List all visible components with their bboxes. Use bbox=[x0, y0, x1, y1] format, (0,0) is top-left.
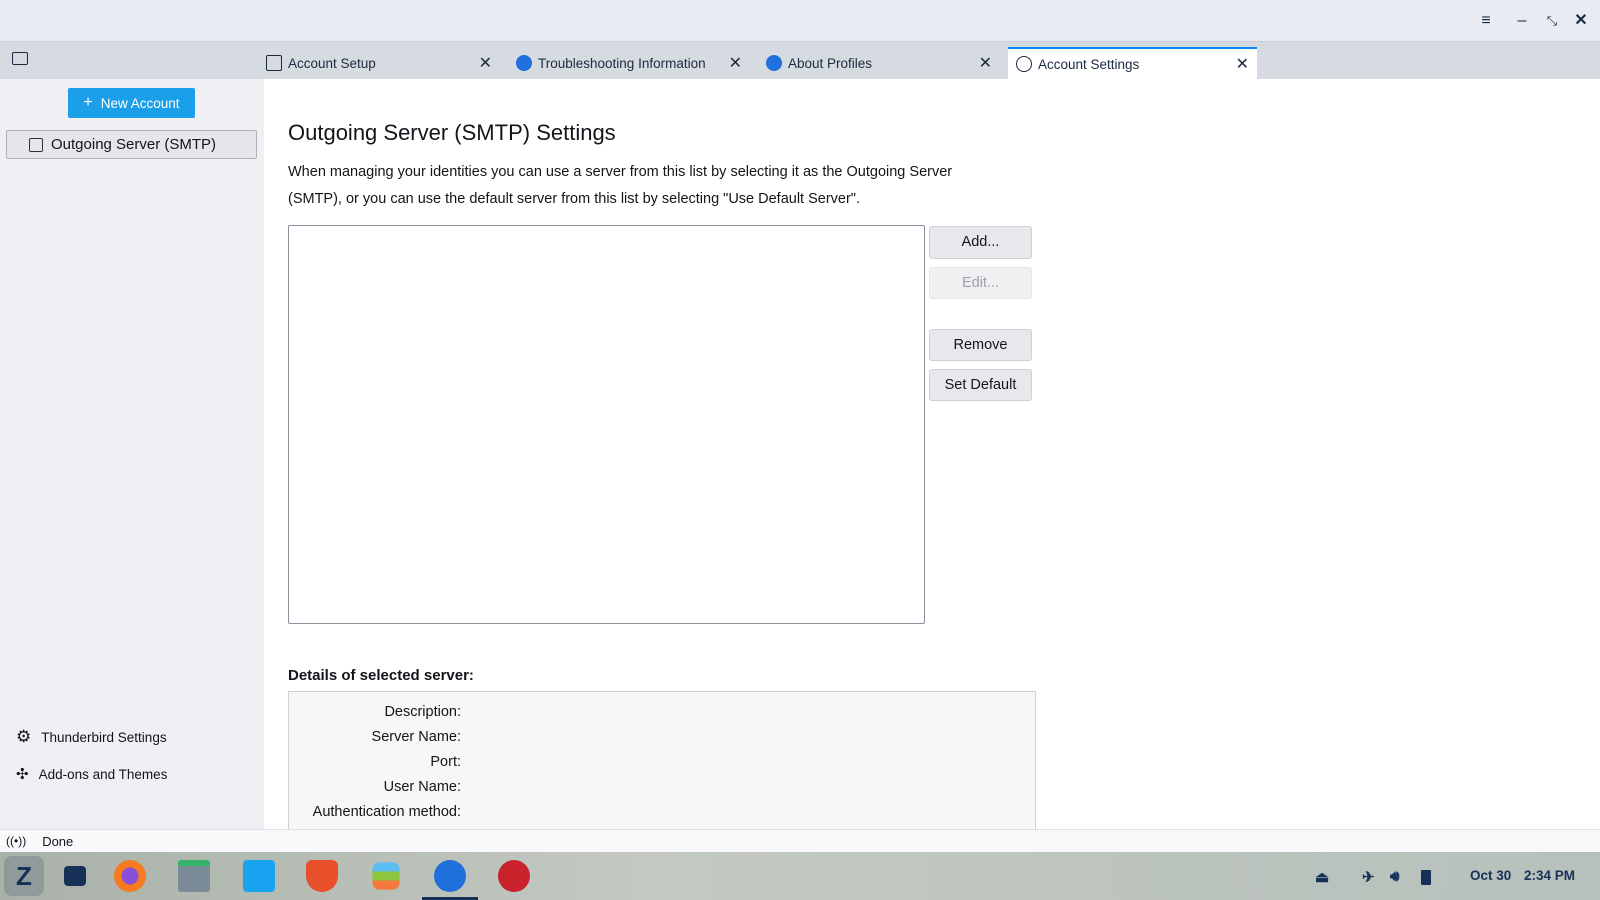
sidebar: + New Account Outgoing Server (SMTP) ⚙ Thu… bbox=[0, 79, 264, 829]
edit-button[interactable]: Edit... bbox=[929, 267, 1032, 299]
battery-icon[interactable] bbox=[1421, 870, 1431, 885]
software-store-icon[interactable] bbox=[243, 860, 275, 892]
sidebar-item-label: Outgoing Server (SMTP) bbox=[51, 136, 217, 153]
tab-label: Account Setup bbox=[288, 55, 376, 71]
time-label[interactable]: 2:34 PM bbox=[1524, 868, 1575, 883]
close-tab-icon[interactable]: ✕ bbox=[479, 53, 492, 73]
files-icon[interactable] bbox=[178, 860, 210, 892]
set-default-button[interactable]: Set Default bbox=[929, 369, 1032, 401]
addons-themes-link[interactable]: ✣ Add-ons and Themes bbox=[16, 765, 167, 783]
close-tab-icon[interactable]: ✕ bbox=[1236, 54, 1249, 74]
main-content: Outgoing Server (SMTP) Settings When man… bbox=[264, 79, 1600, 841]
sidebar-item-outgoing-server[interactable]: Outgoing Server (SMTP) bbox=[6, 130, 257, 159]
brave-icon[interactable] bbox=[306, 860, 338, 892]
link-label: Add-ons and Themes bbox=[38, 766, 168, 782]
folder-icon[interactable] bbox=[12, 52, 28, 65]
taskbar: Z ⏏ ✈ 🔊︎ Oct 30 2:34 PM bbox=[0, 852, 1600, 900]
airplane-mode-icon[interactable]: ✈ bbox=[1362, 868, 1375, 886]
tab-label: About Profiles bbox=[788, 55, 873, 71]
description-text: When managing your identities you can us… bbox=[288, 164, 953, 207]
minimize-button[interactable]: – bbox=[1511, 10, 1533, 32]
port-label: Port: bbox=[430, 754, 461, 770]
tomato-timer-icon[interactable] bbox=[498, 860, 530, 892]
title-bar: ≡ – ⤡ ✕ bbox=[0, 0, 1600, 42]
tab-troubleshooting[interactable]: Troubleshooting Information ✕ bbox=[508, 47, 750, 79]
volume-icon[interactable]: 🔊︎ bbox=[1390, 868, 1399, 885]
link-label: Thunderbird Settings bbox=[41, 729, 167, 745]
tab-bar: Account Setup ✕ Troubleshooting Informati… bbox=[0, 42, 1600, 79]
tab-account-setup[interactable]: Account Setup ✕ bbox=[258, 47, 500, 79]
add-button[interactable]: Add... bbox=[929, 226, 1032, 259]
menu-icon[interactable]: ≡ bbox=[1475, 10, 1497, 32]
restore-button[interactable]: ⤡ bbox=[1541, 10, 1563, 32]
user-name-label: User Name: bbox=[383, 779, 461, 795]
zorin-menu-icon[interactable]: Z bbox=[4, 856, 44, 896]
thunderbird-icon bbox=[516, 55, 532, 71]
stacks-icon[interactable] bbox=[372, 862, 400, 890]
outgoing-server-icon bbox=[29, 137, 43, 152]
details-box: Description: Server Name: Port: User Nam… bbox=[288, 691, 1036, 841]
plus-icon: + bbox=[83, 94, 93, 111]
new-account-button[interactable]: + New Account bbox=[68, 88, 195, 118]
workspaces-icon[interactable] bbox=[64, 866, 86, 886]
details-heading: Details of selected server: bbox=[288, 667, 474, 684]
server-name-label: Server Name: bbox=[371, 729, 461, 745]
tab-label: Troubleshooting Information bbox=[538, 55, 706, 71]
status-text: Done bbox=[42, 833, 74, 849]
close-button[interactable]: ✕ bbox=[1570, 10, 1592, 32]
thunderbird-settings-link[interactable]: ⚙ Thunderbird Settings bbox=[16, 727, 167, 747]
tab-about-profiles[interactable]: About Profiles ✕ bbox=[758, 47, 1000, 79]
puzzle-icon: ✣ bbox=[16, 766, 29, 783]
close-tab-icon[interactable]: ✕ bbox=[729, 53, 742, 73]
gear-icon: ⚙ bbox=[16, 727, 32, 746]
thunderbird-icon[interactable] bbox=[434, 860, 466, 892]
page-title: Outgoing Server (SMTP) Settings bbox=[288, 120, 616, 145]
activity-icon: ((•)) bbox=[6, 834, 27, 848]
tab-account-settings[interactable]: Account Settings ✕ bbox=[1008, 47, 1257, 79]
server-list[interactable] bbox=[288, 225, 925, 624]
eject-icon[interactable]: ⏏ bbox=[1315, 868, 1329, 886]
settings-icon bbox=[1016, 56, 1032, 72]
new-account-label: New Account bbox=[100, 95, 180, 111]
auth-method-label: Authentication method: bbox=[312, 804, 461, 820]
thunderbird-icon bbox=[766, 55, 782, 71]
date-label[interactable]: Oct 30 bbox=[1470, 868, 1511, 883]
tab-label: Account Settings bbox=[1038, 56, 1140, 72]
account-setup-icon bbox=[266, 55, 282, 71]
description-label: Description: bbox=[384, 704, 461, 720]
firefox-icon[interactable] bbox=[114, 860, 146, 892]
status-bar: ((•)) Done bbox=[0, 829, 1600, 852]
remove-button[interactable]: Remove bbox=[929, 329, 1032, 361]
close-tab-icon[interactable]: ✕ bbox=[979, 53, 992, 73]
